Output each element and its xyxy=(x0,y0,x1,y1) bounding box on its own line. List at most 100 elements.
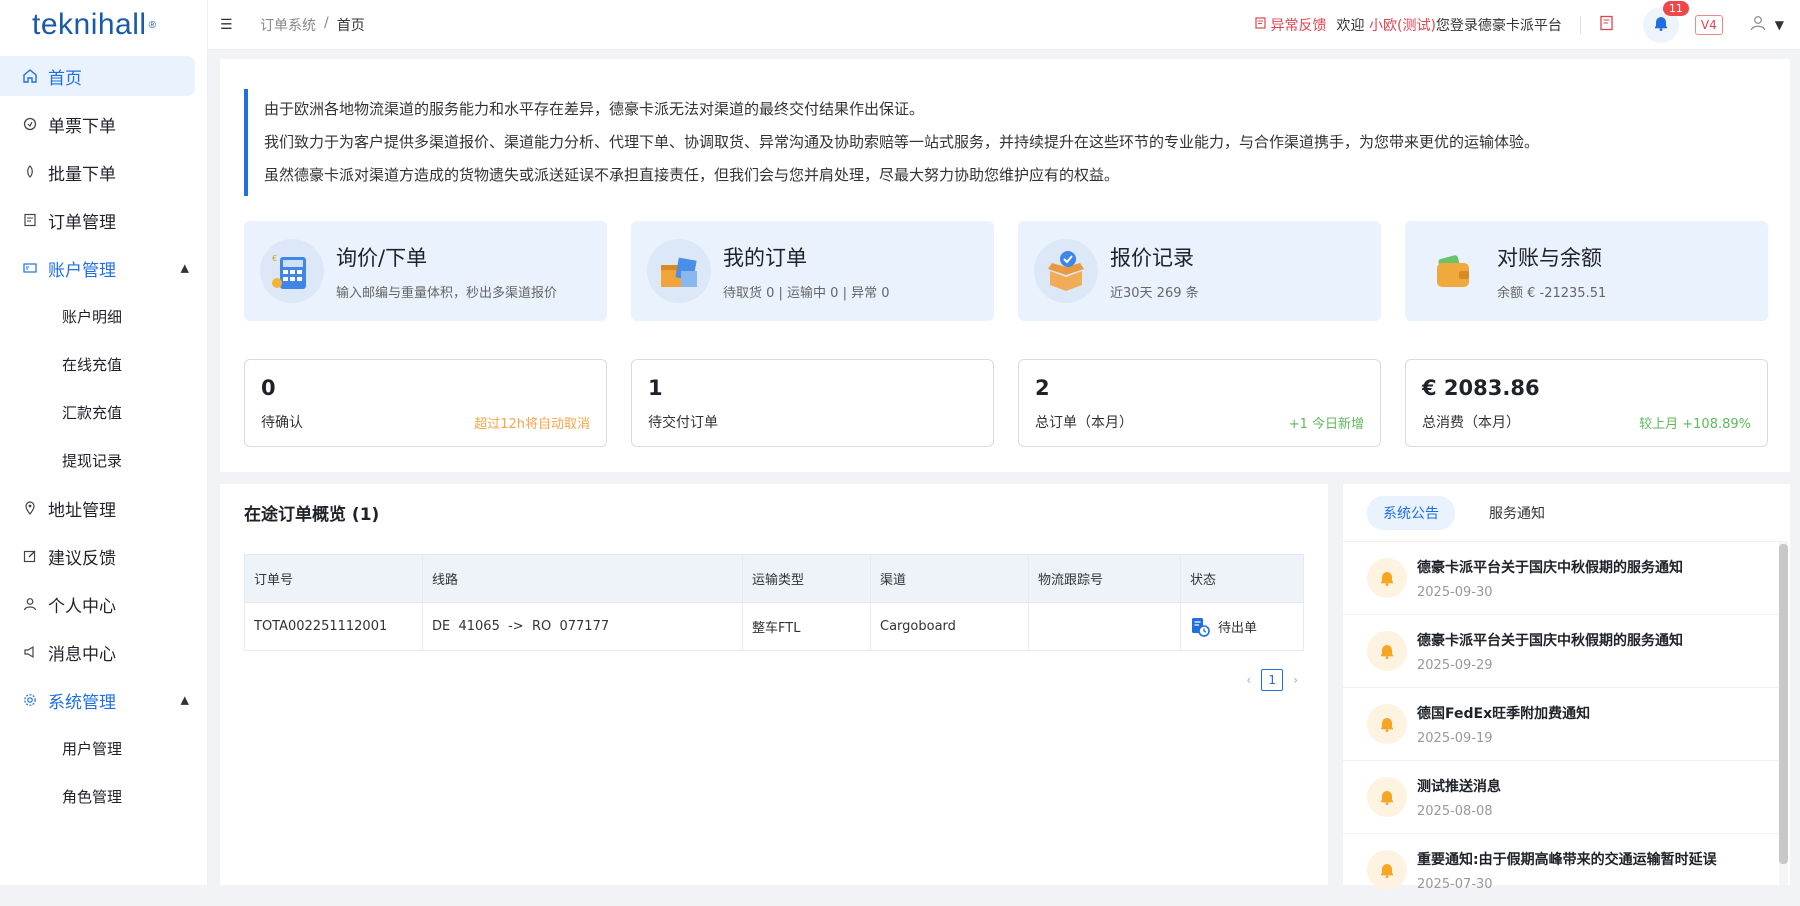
gear-icon xyxy=(22,692,38,708)
announcement-date: 2025-09-19 xyxy=(1417,730,1493,746)
notes-icon[interactable] xyxy=(1599,15,1615,35)
orders-title: 在途订单概览 (1) xyxy=(244,505,380,525)
bell-icon xyxy=(1367,704,1407,744)
open-box-check-icon xyxy=(1034,239,1098,303)
announcement-date: 2025-09-29 xyxy=(1417,657,1493,673)
next-page-icon[interactable]: › xyxy=(1293,673,1298,687)
sidebar-item-address[interactable]: 地址管理 xyxy=(0,484,207,532)
home-icon xyxy=(22,68,38,84)
sidebar-item-account[interactable]: 账户管理 ▲ xyxy=(0,244,207,292)
exception-feedback-link[interactable]: 异常反馈 xyxy=(1254,15,1327,35)
table-header-row: 订单号 线路 运输类型 渠道 物流跟踪号 状态 xyxy=(244,554,1304,603)
location-icon xyxy=(22,500,38,516)
bell-icon xyxy=(1367,631,1407,671)
in-transit-orders-panel: 在途订单概览 (1) 订单号 线路 运输类型 渠道 物流跟踪号 状态 TOTA0… xyxy=(220,484,1328,885)
sidebar-item-order-manage[interactable]: 订单管理 xyxy=(0,196,207,244)
user-icon xyxy=(22,596,38,612)
svg-text:€: € xyxy=(272,254,277,263)
stat-card-pending-confirm[interactable]: 0 待确认 超过12h将自动取消 xyxy=(244,359,607,447)
quick-action-cards: € 询价/下单 输入邮编与重量体积，秒出多渠道报价 我的订单 待取货 0 | 运… xyxy=(244,221,1768,321)
breadcrumb: 订单系统 / 首页 xyxy=(260,15,365,35)
logo-text: teknihall xyxy=(32,8,147,41)
sidebar-subitem-remittance[interactable]: 汇款充值 xyxy=(0,388,207,436)
chevron-down-icon[interactable]: ▼ xyxy=(1775,18,1784,32)
quick-card-subtitle: 近30天 269 条 xyxy=(1110,285,1199,301)
balance-card[interactable]: 对账与余额 余额 € -21235.51 xyxy=(1405,221,1768,321)
quick-card-subtitle: 输入邮编与重量体积，秒出多渠道报价 xyxy=(336,285,558,301)
welcome-pre: 欢迎 xyxy=(1336,18,1365,34)
sidebar-item-label: 地址管理 xyxy=(48,500,116,521)
logo: teknihall ® xyxy=(0,0,207,50)
table-row[interactable]: TOTA002251112001 DE 41065 -> RO 077177 整… xyxy=(244,602,1304,651)
sidebar-item-label: 首页 xyxy=(48,68,82,89)
cell-route: DE 41065 -> RO 077177 xyxy=(422,602,743,651)
sidebar-subitem-online-recharge[interactable]: 在线充值 xyxy=(0,340,207,388)
sidebar-item-feedback[interactable]: 建议反馈 xyxy=(0,532,207,580)
logo-registered-mark: ® xyxy=(148,19,157,31)
sidebar-subitem-withdraw[interactable]: 提现记录 xyxy=(0,436,207,484)
cell-order-no[interactable]: TOTA002251112001 xyxy=(244,602,423,651)
stat-note: 超过12h将自动取消 xyxy=(474,417,590,432)
stat-label: 总消费（本月） xyxy=(1422,415,1520,431)
announcement-title: 重要通知:由于假期高峰带来的交通运输暂时延误 xyxy=(1417,851,1717,868)
sidebar-item-batch-order[interactable]: 批量下单 xyxy=(0,148,207,196)
sidebar-item-label: 系统管理 xyxy=(48,692,116,713)
bell-icon xyxy=(1367,850,1407,890)
my-orders-card[interactable]: 我的订单 待取货 0 | 运输中 0 | 异常 0 xyxy=(631,221,994,321)
edit-icon xyxy=(22,548,38,564)
col-transport-type: 运输类型 xyxy=(742,554,871,603)
top-header: ☰ 订单系统 / 首页 异常反馈 欢迎 小欧(测试)您登录德豪卡派平台 11 V… xyxy=(208,0,1800,50)
stat-value: 0 xyxy=(261,376,276,400)
username[interactable]: 小欧(测试) xyxy=(1369,18,1436,34)
col-channel: 渠道 xyxy=(870,554,1029,603)
list-item[interactable]: 测试推送消息 2025-08-08 xyxy=(1343,760,1780,833)
prev-page-icon[interactable]: ‹ xyxy=(1246,673,1251,687)
wallet-icon xyxy=(1421,239,1485,303)
cell-transport-type: 整车FTL xyxy=(742,602,871,651)
pagination: ‹ 1 › xyxy=(1246,669,1298,691)
menu-collapse-icon[interactable]: ☰ xyxy=(220,17,240,33)
list-item[interactable]: 德国FedEx旺季附加费通知 2025-09-19 xyxy=(1343,687,1780,760)
header-right: 异常反馈 欢迎 小欧(测试)您登录德豪卡派平台 11 V4 ▼ xyxy=(1254,0,1800,50)
chevron-up-icon: ▲ xyxy=(180,261,189,275)
sidebar-item-label: 账户管理 xyxy=(48,260,116,281)
sidebar-subitem-account-detail[interactable]: 账户明细 xyxy=(0,292,207,340)
sidebar-subitem-roles[interactable]: 角色管理 xyxy=(0,772,207,820)
list-item[interactable]: 德豪卡派平台关于国庆中秋假期的服务通知 2025-09-30 xyxy=(1343,541,1780,614)
announcement-date: 2025-09-30 xyxy=(1417,584,1493,600)
sidebar-item-label: 单票下单 xyxy=(48,116,116,137)
orders-table: 订单号 线路 运输类型 渠道 物流跟踪号 状态 TOTA002251112001… xyxy=(244,554,1304,651)
avatar[interactable] xyxy=(1749,14,1767,36)
version-badge[interactable]: V4 xyxy=(1694,15,1723,35)
stat-card-total-orders[interactable]: 2 总订单（本月） +1 今日新增 xyxy=(1018,359,1381,447)
sidebar-item-home[interactable]: 首页 xyxy=(0,56,195,96)
quick-card-title: 报价记录 xyxy=(1110,245,1194,270)
breadcrumb-root[interactable]: 订单系统 xyxy=(260,15,316,35)
package-icon xyxy=(647,239,711,303)
stat-card-total-spend[interactable]: € 2083.86 总消费（本月） 较上月 +108.89% xyxy=(1405,359,1768,447)
document-clock-icon xyxy=(1190,617,1210,637)
list-item[interactable]: 重要通知:由于假期高峰带来的交通运输暂时延误 2025-07-30 xyxy=(1343,833,1780,906)
sidebar-subitem-users[interactable]: 用户管理 xyxy=(0,724,207,772)
disclaimer-notice: 由于欧洲各地物流渠道的服务能力和水平存在差异，德豪卡派无法对渠道的最终交付结果作… xyxy=(244,89,1644,196)
scrollbar-thumb[interactable] xyxy=(1779,544,1788,864)
sidebar-item-profile[interactable]: 个人中心 xyxy=(0,580,207,628)
quote-order-card[interactable]: € 询价/下单 输入邮编与重量体积，秒出多渠道报价 xyxy=(244,221,607,321)
feedback-label: 异常反馈 xyxy=(1270,18,1327,34)
single-order-icon xyxy=(22,116,38,132)
sidebar-item-single-order[interactable]: 单票下单 xyxy=(0,100,207,148)
stat-card-pending-delivery[interactable]: 1 待交付订单 xyxy=(631,359,994,447)
tab-service-notices[interactable]: 服务通知 xyxy=(1473,496,1561,530)
announcement-title: 德豪卡派平台关于国庆中秋假期的服务通知 xyxy=(1417,559,1683,576)
list-item[interactable]: 德豪卡派平台关于国庆中秋假期的服务通知 2025-09-29 xyxy=(1343,614,1780,687)
calculator-icon: € xyxy=(260,239,324,303)
order-manage-icon xyxy=(22,212,38,228)
quote-history-card[interactable]: 报价记录 近30天 269 条 xyxy=(1018,221,1381,321)
sidebar-item-system[interactable]: 系统管理 ▲ xyxy=(0,676,207,724)
quick-card-title: 对账与余额 xyxy=(1497,245,1602,270)
tab-system-announcements[interactable]: 系统公告 xyxy=(1367,496,1455,530)
announcement-title: 测试推送消息 xyxy=(1417,778,1501,795)
page-number[interactable]: 1 xyxy=(1261,669,1284,691)
notification-bell[interactable]: 11 xyxy=(1642,1,1689,43)
sidebar-item-messages[interactable]: 消息中心 xyxy=(0,628,207,676)
